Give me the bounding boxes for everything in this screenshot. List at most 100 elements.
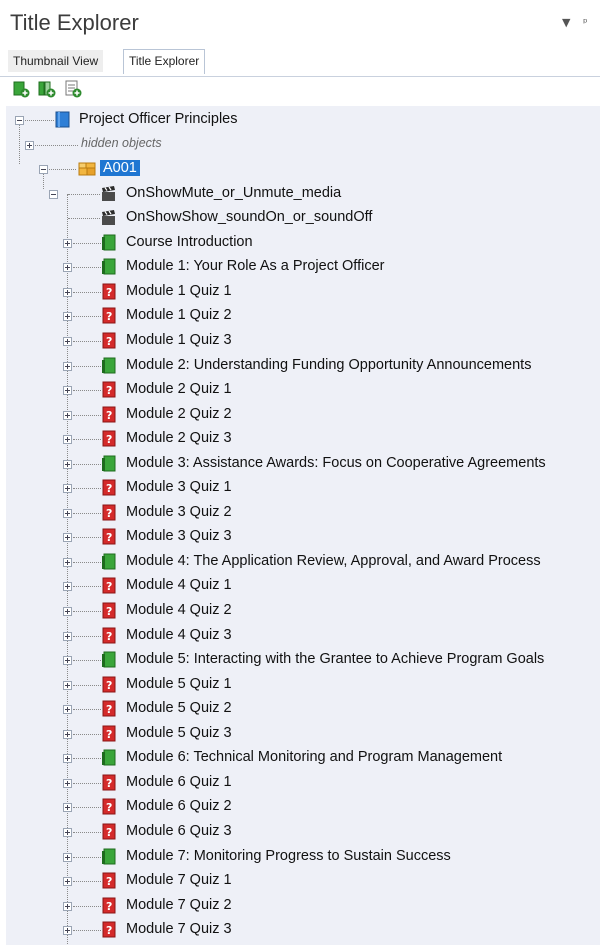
- tree-item[interactable]: ? Module 2 Quiz 2: [6, 403, 600, 427]
- quiz-icon: ?: [101, 381, 117, 398]
- tree-item[interactable]: Module 6: Technical Monitoring and Progr…: [6, 746, 600, 770]
- tree-item[interactable]: Course Introduction: [6, 231, 600, 255]
- expand-icon[interactable]: [63, 852, 72, 862]
- tree-item-label: Module 4 Quiz 1: [126, 577, 232, 594]
- expand-icon[interactable]: [63, 754, 72, 764]
- tree-connector: [73, 905, 101, 907]
- tree-item-label: Module 1 Quiz 3: [126, 331, 232, 348]
- tree-item[interactable]: ? Module 3 Quiz 1: [6, 476, 600, 500]
- expand-icon[interactable]: [63, 680, 72, 690]
- quiz-icon: ?: [101, 897, 117, 914]
- expand-icon[interactable]: [63, 533, 72, 543]
- tree-hidden-objects[interactable]: hidden objects: [6, 133, 600, 157]
- tree-root[interactable]: Project Officer Principles: [6, 108, 600, 132]
- panel-menu-icon[interactable]: ▼: [562, 16, 570, 29]
- tree-action[interactable]: OnShowShow_soundOn_or_soundOff: [6, 206, 600, 230]
- expand-icon[interactable]: [63, 582, 72, 592]
- tree-item-label: Module 6 Quiz 2: [126, 798, 232, 815]
- expand-icon[interactable]: [63, 361, 72, 371]
- hidden-objects-label: hidden objects: [81, 135, 162, 150]
- tree-connector: [73, 807, 101, 809]
- expand-icon[interactable]: [63, 901, 72, 911]
- expand-icon[interactable]: [63, 631, 72, 641]
- tree-item[interactable]: ? Module 5 Quiz 3: [6, 722, 600, 746]
- tree-connector: [68, 193, 100, 195]
- expand-icon[interactable]: [63, 778, 72, 788]
- collapse-icon[interactable]: [15, 116, 24, 125]
- expand-icon[interactable]: [63, 287, 72, 297]
- expand-icon[interactable]: [63, 508, 72, 518]
- tab-thumbnail-view[interactable]: Thumbnail View: [8, 50, 104, 72]
- expand-icon[interactable]: [63, 263, 72, 273]
- expand-icon[interactable]: [63, 803, 72, 813]
- tree-connector: [73, 856, 101, 858]
- tree-item[interactable]: ? Module 1 Quiz 3: [6, 329, 600, 353]
- tree-item-label: Module 5 Quiz 1: [126, 675, 232, 692]
- tree-item[interactable]: ? Module 1 Quiz 1: [6, 280, 600, 304]
- tree-item-label: Module 5 Quiz 3: [126, 724, 232, 741]
- tree-item[interactable]: Module 4: The Application Review, Approv…: [6, 550, 600, 574]
- tab-title-explorer[interactable]: Title Explorer: [123, 49, 206, 74]
- tree-item[interactable]: ? Module 5 Quiz 2: [6, 697, 600, 721]
- tree-item[interactable]: ? Module 3 Quiz 3: [6, 525, 600, 549]
- tree-item[interactable]: ? Module 3 Quiz 2: [6, 501, 600, 525]
- expand-icon[interactable]: [63, 435, 72, 445]
- quiz-icon: ?: [101, 504, 117, 521]
- tree-folder-a001[interactable]: A001: [6, 157, 600, 181]
- tree-item[interactable]: ? Module 7 Quiz 2: [6, 894, 600, 918]
- tree-item[interactable]: ? Module 6 Quiz 1: [6, 771, 600, 795]
- tree-item-label: Module 7 Quiz 3: [126, 921, 232, 938]
- tree-connector: [73, 316, 101, 318]
- expand-icon[interactable]: [63, 484, 72, 494]
- expand-icon[interactable]: [63, 607, 72, 616]
- svg-text:?: ?: [106, 875, 112, 888]
- expand-icon[interactable]: [63, 336, 72, 346]
- pin-icon[interactable]: ᵖ: [583, 16, 588, 29]
- expand-icon[interactable]: [25, 140, 34, 150]
- expand-icon[interactable]: [63, 410, 72, 420]
- tree-item[interactable]: ? Module 5 Quiz 1: [6, 673, 600, 697]
- tree-action[interactable]: OnShowMute_or_Unmute_media: [6, 182, 600, 206]
- page-icon: [101, 455, 117, 472]
- quiz-icon: ?: [101, 872, 117, 889]
- svg-text:?: ?: [106, 900, 112, 913]
- tree-item-label: Module 7 Quiz 1: [126, 872, 232, 889]
- expand-icon[interactable]: [63, 877, 72, 887]
- expand-icon[interactable]: [63, 238, 72, 248]
- add-page-icon[interactable]: [64, 80, 82, 98]
- tree-item[interactable]: ? Module 1 Quiz 2: [6, 304, 600, 328]
- tree-item[interactable]: ? Module 4 Quiz 3: [6, 624, 600, 648]
- collapse-icon[interactable]: [39, 165, 48, 175]
- expand-icon[interactable]: [63, 557, 72, 567]
- expand-icon[interactable]: [63, 312, 72, 322]
- tree-item[interactable]: Module 3: Assistance Awards: Focus on Co…: [6, 452, 600, 476]
- expand-icon[interactable]: [63, 656, 72, 666]
- tree-item[interactable]: ? Module 4 Quiz 2: [6, 599, 600, 623]
- action-label: OnShowMute_or_Unmute_media: [126, 184, 342, 201]
- svg-text:?: ?: [106, 482, 112, 495]
- tree-item[interactable]: ? Module 7 Quiz 1: [6, 869, 600, 893]
- quiz-icon: ?: [101, 798, 117, 815]
- expand-icon[interactable]: [63, 926, 72, 936]
- tree-item[interactable]: Module 7: Monitoring Progress to Sustain…: [6, 845, 600, 869]
- svg-text:?: ?: [106, 630, 112, 643]
- tree-item[interactable]: ? Module 6 Quiz 3: [6, 820, 600, 844]
- expand-icon[interactable]: [63, 827, 72, 837]
- expand-icon[interactable]: [63, 459, 72, 469]
- add-chapter-icon[interactable]: [38, 80, 56, 98]
- add-green-icon[interactable]: [12, 80, 30, 98]
- tree-item[interactable]: Module 1: Your Role As a Project Officer: [6, 255, 600, 279]
- title-tree[interactable]: Project Officer Principles hidden objects…: [6, 106, 600, 945]
- tree-item[interactable]: Module 5: Interacting with the Grantee t…: [6, 648, 600, 672]
- expand-icon[interactable]: [63, 705, 72, 715]
- tree-item[interactable]: Module 2: Understanding Funding Opportun…: [6, 354, 600, 378]
- expand-icon[interactable]: [63, 729, 72, 739]
- tree-item[interactable]: ? Module 2 Quiz 1: [6, 378, 600, 402]
- svg-text:?: ?: [106, 826, 112, 839]
- tree-item[interactable]: ? Module 2 Quiz 3: [6, 427, 600, 451]
- tree-item[interactable]: ? Module 6 Quiz 2: [6, 795, 600, 819]
- tree-item[interactable]: ? Module 4 Quiz 1: [6, 574, 600, 598]
- tree-item[interactable]: ? Module 7 Quiz 3: [6, 918, 600, 942]
- collapse-icon[interactable]: [49, 189, 58, 199]
- expand-icon[interactable]: [63, 386, 72, 396]
